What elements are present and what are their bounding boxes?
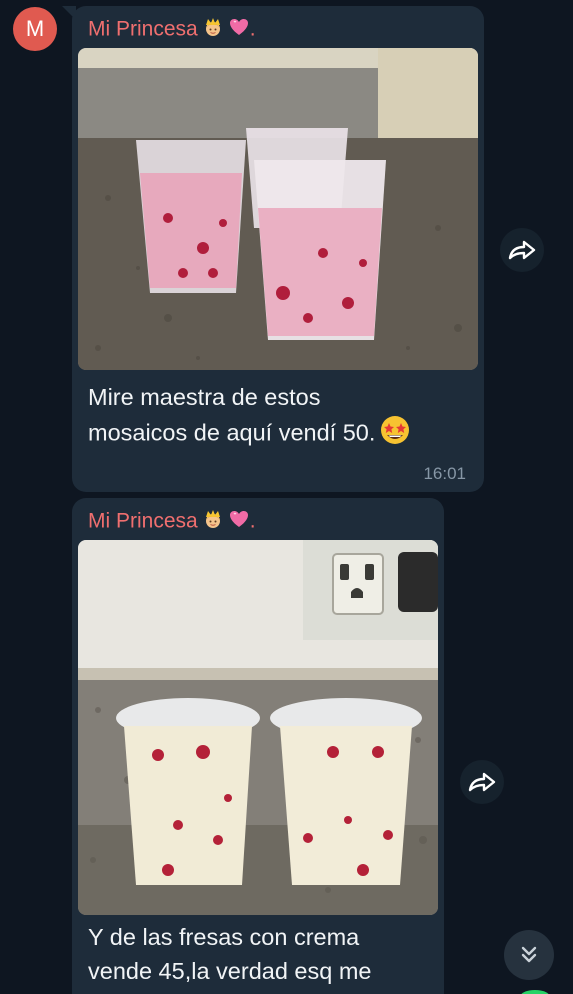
forward-icon [468,772,496,792]
avatar[interactable]: M [13,7,57,51]
message-timestamp: 16:01 [423,464,466,483]
princess-emoji-icon [202,16,224,44]
photo-mosaic-cups[interactable] [78,48,478,370]
sender-name-text: Mi Princesa [88,509,198,533]
star-struck-emoji-icon [379,414,411,455]
unread-indicator [520,990,550,994]
forward-icon [508,240,536,260]
message-bubble[interactable]: Mi Princesa. [62,6,484,492]
caption-line: mosaicos de aquí vendí 50. [88,414,411,455]
sender-name: Mi Princesa. [88,508,256,536]
chevron-double-down-icon [521,946,537,963]
caption-line: Y de las fresas con crema [88,924,360,950]
pink-heart-emoji-icon [228,508,250,536]
forward-button[interactable] [500,228,544,272]
caption-line: vende 45,la verdad esq me [88,958,372,984]
sender-name: Mi Princesa. [88,16,256,44]
message-caption: Y de las fresas con crema vende 45,la ve… [88,920,372,988]
caption-line: Mire maestra de estos [88,384,321,410]
photo-strawberry-cream-cups[interactable] [78,540,438,915]
scroll-down-button[interactable] [504,930,554,980]
message-caption: Mire maestra de estos mosaicos de aquí v… [88,380,411,455]
message-bubble[interactable]: Mi Princesa. [72,498,444,994]
forward-button[interactable] [460,760,504,804]
pink-heart-emoji-icon [228,16,250,44]
sender-name-suffix: . [249,509,256,533]
princess-emoji-icon [202,508,224,536]
chat-view: M Mi Princesa. Mire maestra de estos mos… [0,0,573,994]
sender-name-text: Mi Princesa [88,17,198,41]
sender-name-suffix: . [249,17,256,41]
